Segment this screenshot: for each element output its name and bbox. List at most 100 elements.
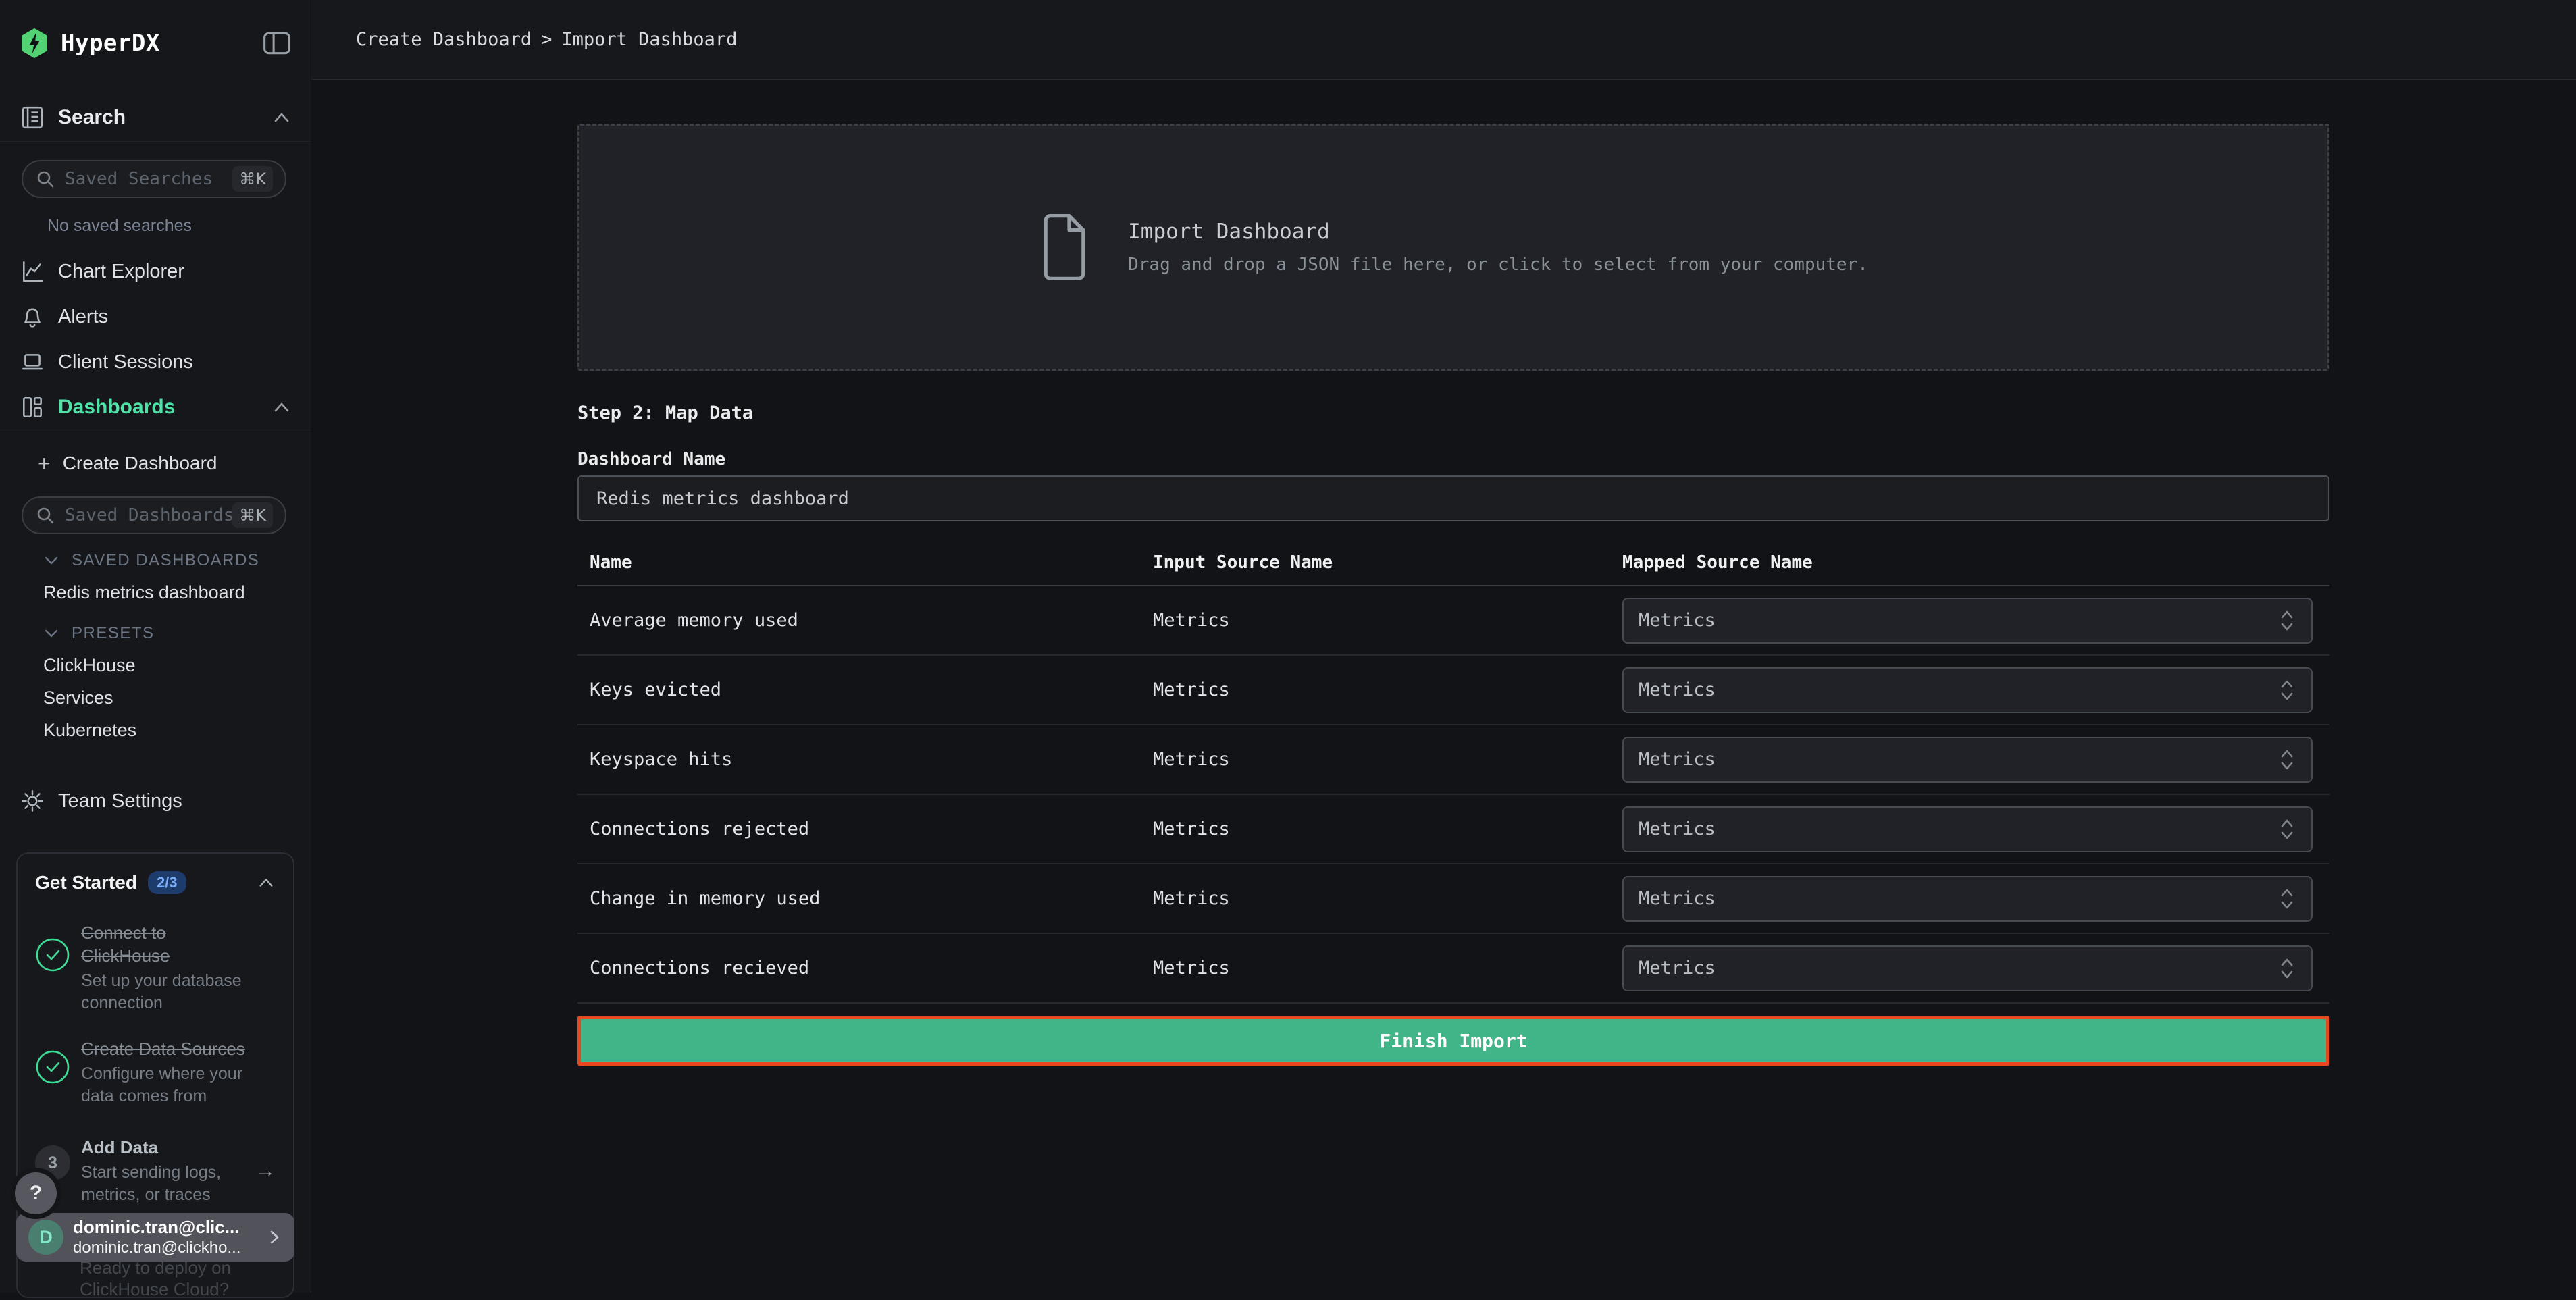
bell-icon bbox=[20, 305, 45, 329]
mapped-source-select[interactable]: Metrics bbox=[1622, 737, 2313, 783]
mapped-source-select[interactable]: Metrics bbox=[1622, 598, 2313, 644]
sidebar-item-chart-explorer[interactable]: Chart Explorer bbox=[20, 253, 292, 290]
select-chevrons-icon bbox=[2277, 885, 2296, 912]
mapped-source-select[interactable]: Metrics bbox=[1622, 876, 2313, 922]
row-input-source: Metrics bbox=[1153, 679, 1622, 700]
json-dropzone[interactable]: Import Dashboard Drag and drop a JSON fi… bbox=[577, 124, 2329, 371]
mapped-source-select[interactable]: Metrics bbox=[1622, 667, 2313, 713]
sidebar-search-label: Search bbox=[58, 106, 126, 129]
gear-icon bbox=[20, 789, 45, 813]
finish-import-button[interactable]: Finish Import bbox=[577, 1016, 2329, 1066]
import-dashboard-page: Import Dashboard Drag and drop a JSON fi… bbox=[577, 80, 2329, 1066]
sidebar-item-services-preset[interactable]: Services bbox=[43, 687, 113, 708]
dashboards-icon bbox=[20, 395, 45, 419]
table-header-row: Name Input Source Name Mapped Source Nam… bbox=[577, 552, 2329, 586]
chevron-down-icon bbox=[43, 627, 59, 640]
breadcrumb-create-dashboard[interactable]: Create Dashboard bbox=[356, 29, 532, 50]
table-row: Keyspace hits Metrics Metrics bbox=[577, 725, 2329, 795]
mapped-source-select[interactable]: Metrics bbox=[1622, 806, 2313, 852]
row-input-source: Metrics bbox=[1153, 749, 1622, 770]
step-connect-clickhouse[interactable]: Connect to ClickHouse Set up your databa… bbox=[35, 921, 276, 1014]
table-row: Change in memory used Metrics Metrics bbox=[577, 864, 2329, 934]
table-row: Average memory used Metrics Metrics bbox=[577, 586, 2329, 656]
hyperdx-logo-icon bbox=[20, 28, 49, 59]
row-name: Connections rejected bbox=[577, 818, 1153, 839]
keyboard-shortcut-badge: ⌘K bbox=[232, 502, 273, 528]
chevron-down-icon bbox=[43, 554, 59, 567]
dropzone-title: Import Dashboard bbox=[1128, 219, 1868, 244]
sidebar-dashboards-label: Dashboards bbox=[58, 396, 175, 419]
row-name: Connections recieved bbox=[577, 958, 1153, 979]
mapped-source-select[interactable]: Metrics bbox=[1622, 945, 2313, 991]
select-chevrons-icon bbox=[2277, 677, 2296, 704]
sidebar: HyperDX Search ⌘K No saved searches bbox=[0, 0, 311, 1293]
sidebar-item-client-sessions[interactable]: Client Sessions bbox=[20, 343, 292, 381]
col-header-name: Name bbox=[577, 552, 1153, 573]
chevron-up-icon bbox=[272, 109, 292, 126]
chevron-up-icon bbox=[272, 398, 292, 416]
user-name: dominic.tran@clic... bbox=[73, 1216, 240, 1238]
saved-dashboards-input[interactable] bbox=[65, 505, 232, 525]
row-input-source: Metrics bbox=[1153, 818, 1622, 839]
topbar: Create Dashboard > Import Dashboard bbox=[311, 0, 2576, 80]
step-deploy-title-line2: ClickHouse Cloud? bbox=[80, 1279, 229, 1300]
step-title: Add Data bbox=[81, 1136, 224, 1159]
sidebar-item-clickhouse-preset[interactable]: ClickHouse bbox=[43, 655, 136, 676]
saved-dashboards-header[interactable]: SAVED DASHBOARDS bbox=[43, 551, 259, 570]
avatar: D bbox=[28, 1220, 63, 1255]
sidebar-item-redis-dashboard[interactable]: Redis metrics dashboard bbox=[43, 582, 245, 603]
row-input-source: Metrics bbox=[1153, 888, 1622, 909]
sidebar-item-team-settings[interactable]: Team Settings bbox=[20, 782, 292, 820]
row-name: Keyspace hits bbox=[577, 749, 1153, 770]
sidebar-collapse-icon[interactable] bbox=[262, 30, 292, 57]
step-2-label: Step 2: Map Data bbox=[577, 402, 2329, 424]
saved-dashboards-search[interactable]: ⌘K bbox=[22, 496, 286, 534]
dropzone-subtitle: Drag and drop a JSON file here, or click… bbox=[1128, 255, 1868, 275]
get-started-title: Get Started bbox=[35, 872, 137, 893]
get-started-header[interactable]: Get Started 2/3 bbox=[35, 871, 276, 894]
step-desc: Configure where your data comes from bbox=[81, 1063, 255, 1108]
help-button[interactable]: ? bbox=[15, 1172, 57, 1214]
row-input-source: Metrics bbox=[1153, 610, 1622, 631]
create-dashboard-button[interactable]: + Create Dashboard bbox=[38, 446, 217, 481]
search-icon bbox=[35, 505, 55, 525]
user-account-chip[interactable]: D dominic.tran@clic... dominic.tran@clic… bbox=[16, 1213, 294, 1262]
progress-badge: 2/3 bbox=[148, 871, 186, 894]
user-email: dominic.tran@clickho... bbox=[73, 1238, 240, 1258]
dashboard-name-input[interactable] bbox=[577, 475, 2329, 521]
dashboard-name-label: Dashboard Name bbox=[577, 448, 2329, 470]
select-chevrons-icon bbox=[2277, 746, 2296, 773]
step-title: Create Data Sources bbox=[81, 1037, 255, 1060]
sidebar-section-search[interactable]: Search bbox=[20, 99, 292, 136]
presets-header[interactable]: PRESETS bbox=[43, 624, 155, 643]
sidebar-item-alerts[interactable]: Alerts bbox=[20, 298, 292, 336]
sidebar-divider bbox=[0, 141, 311, 142]
app-title: HyperDX bbox=[61, 30, 160, 57]
no-saved-searches-note: No saved searches bbox=[47, 216, 192, 236]
arrow-right-icon: → bbox=[255, 1160, 276, 1182]
step-add-data[interactable]: 3 Add Data Start sending logs, metrics, … bbox=[35, 1136, 276, 1206]
keyboard-shortcut-badge: ⌘K bbox=[232, 166, 273, 192]
sidebar-section-dashboards[interactable]: Dashboards bbox=[20, 388, 292, 426]
chevron-up-icon bbox=[257, 875, 276, 891]
plus-icon: + bbox=[38, 451, 51, 476]
breadcrumb-import-dashboard: Import Dashboard bbox=[561, 29, 737, 50]
step-desc: Set up your database connection bbox=[81, 970, 255, 1014]
sidebar-item-kubernetes-preset[interactable]: Kubernetes bbox=[43, 720, 136, 741]
check-circle-icon bbox=[35, 937, 70, 972]
search-icon bbox=[35, 169, 55, 189]
step-create-data-sources[interactable]: Create Data Sources Configure where your… bbox=[35, 1037, 276, 1108]
col-header-input-source: Input Source Name bbox=[1153, 552, 1622, 573]
saved-searches-input[interactable] bbox=[65, 169, 232, 189]
select-chevrons-icon bbox=[2277, 955, 2296, 982]
step-title: Connect to ClickHouse bbox=[81, 921, 255, 967]
saved-searches-search[interactable]: ⌘K bbox=[22, 160, 286, 198]
col-header-mapped-source: Mapped Source Name bbox=[1622, 552, 2329, 573]
table-row: Connections recieved Metrics Metrics bbox=[577, 934, 2329, 1004]
row-input-source: Metrics bbox=[1153, 958, 1622, 979]
search-journal-icon bbox=[20, 105, 45, 130]
chevron-right-icon bbox=[266, 1227, 282, 1247]
breadcrumb-separator: > bbox=[541, 29, 552, 50]
row-name: Change in memory used bbox=[577, 888, 1153, 909]
source-mapping-table: Name Input Source Name Mapped Source Nam… bbox=[577, 552, 2329, 1004]
